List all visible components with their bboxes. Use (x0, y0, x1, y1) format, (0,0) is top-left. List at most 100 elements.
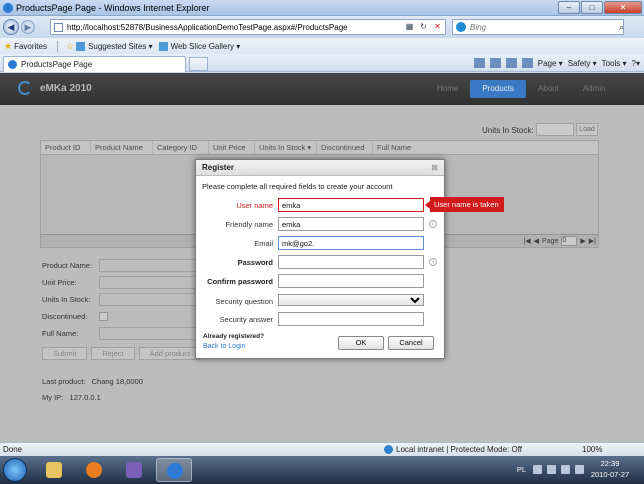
home-icon[interactable] (473, 58, 485, 68)
tab-bar: ProductsPage Page Page ▾ Safety ▾ Tools … (0, 54, 644, 72)
user-name-label: User name (236, 201, 273, 210)
tools-menu[interactable]: Tools ▾ (602, 59, 627, 68)
status-bar: Done Local intranet | Protected Mode: Of… (0, 442, 644, 456)
search-icon[interactable]: ⌕ (619, 22, 624, 33)
page-menu[interactable]: Page ▾ (538, 59, 563, 68)
window-title-bar: ProductsPage Page - Windows Internet Exp… (0, 0, 644, 16)
visual-studio-icon (126, 462, 142, 478)
security-answer-input[interactable] (278, 312, 424, 326)
user-name-field: User name (196, 198, 446, 213)
back-to-login-link[interactable]: Back to Login (203, 343, 245, 350)
dialog-intro: Please complete all required fields to c… (202, 182, 393, 191)
security-zone[interactable]: Local intranet | Protected Mode: Off (384, 445, 522, 454)
tab-label: ProductsPage Page (21, 60, 93, 69)
start-button[interactable] (3, 458, 27, 482)
window-controls: – □ ✕ (558, 1, 642, 14)
search-input[interactable] (470, 22, 600, 32)
ie-icon (167, 463, 183, 479)
security-answer-label: Security answer (219, 315, 273, 324)
email-field: Email (196, 236, 446, 251)
dialog-close-icon[interactable]: ⊠ (431, 160, 438, 176)
register-dialog: Register ⊠ Please complete all required … (195, 159, 445, 359)
dialog-title-bar: Register ⊠ (196, 160, 444, 176)
zoom-level[interactable]: 100% (582, 445, 602, 454)
web-slice-gallery-link[interactable]: Web Slice Gallery ▾ (158, 41, 240, 51)
info-icon[interactable]: i (429, 220, 437, 228)
window-title: ProductsPage Page - Windows Internet Exp… (16, 2, 210, 13)
user-name-error-tooltip: User name is taken (425, 197, 504, 212)
tray-flag-icon[interactable] (547, 465, 556, 474)
suggested-sites-link[interactable]: Suggested Sites ▾ (76, 41, 153, 51)
taskbar-media-player[interactable] (76, 458, 112, 482)
address-url: http://localhost:52878/BusinessApplicati… (67, 22, 348, 32)
tray-up-arrow-icon[interactable] (533, 465, 542, 474)
tray-network-icon[interactable] (561, 465, 570, 474)
email-input[interactable] (278, 236, 424, 250)
zone-text: Local intranet | Protected Mode: Off (396, 445, 522, 454)
security-question-field: Security question (196, 294, 446, 309)
help-menu[interactable]: ?▾ (632, 59, 640, 68)
ie-icon (3, 2, 13, 13)
dialog-title: Register (202, 163, 235, 172)
forward-button[interactable]: ▶ (21, 20, 35, 34)
confirm-password-label: Confirm password (207, 277, 273, 286)
cancel-button[interactable]: Cancel (388, 336, 434, 350)
add-favorite-icon[interactable]: ☆ (66, 41, 74, 52)
windows-taskbar: PL 22:39 2010-07-27 (0, 456, 644, 484)
back-button[interactable]: ◀ (3, 19, 19, 35)
tab-productspage[interactable]: ProductsPage Page (3, 56, 186, 72)
stop-icon[interactable]: ✕ (432, 21, 443, 32)
new-tab-button[interactable] (189, 57, 208, 71)
taskbar-internet-explorer[interactable] (156, 458, 192, 482)
bing-icon (456, 22, 466, 32)
favorites-bar: ★ Favorites ☆ Suggested Sites ▾ Web Slic… (0, 38, 644, 54)
email-label: Email (254, 239, 273, 248)
confirm-password-field: Confirm password (196, 274, 446, 289)
mail-icon[interactable] (505, 58, 517, 68)
address-bar-icons: ▦ ↻ ✕ (404, 21, 443, 32)
password-input[interactable] (278, 255, 424, 269)
friendly-name-input[interactable] (278, 217, 424, 231)
compatibility-view-icon[interactable]: ▦ (404, 21, 415, 32)
media-player-icon (86, 462, 102, 478)
security-question-label: Security question (215, 297, 273, 306)
security-question-select[interactable] (278, 294, 424, 306)
confirm-password-input[interactable] (278, 274, 424, 288)
user-name-input[interactable] (278, 198, 424, 212)
address-bar[interactable]: http://localhost:52878/BusinessApplicati… (50, 19, 446, 35)
ok-button[interactable]: OK (338, 336, 384, 350)
favorites-button[interactable]: Favorites (14, 42, 47, 51)
feeds-icon[interactable] (489, 58, 501, 68)
taskbar-visual-studio[interactable] (116, 458, 152, 482)
clock-time[interactable]: 22:39 (590, 459, 630, 468)
taskbar-explorer[interactable] (36, 458, 72, 482)
safety-menu[interactable]: Safety ▾ (568, 59, 597, 68)
search-box[interactable] (452, 19, 624, 35)
ie-page-icon (8, 60, 17, 69)
password-label: Password (237, 258, 273, 267)
web-slice-icon (158, 41, 168, 51)
print-icon[interactable] (521, 58, 533, 68)
page-icon (54, 22, 63, 32)
minimize-button[interactable]: – (558, 1, 580, 14)
password-field: Password i (196, 255, 446, 270)
intranet-globe-icon (384, 445, 393, 454)
divider (56, 40, 58, 52)
security-answer-field: Security answer (196, 312, 446, 327)
friendly-name-label: Friendly name (225, 220, 273, 229)
close-window-button[interactable]: ✕ (604, 1, 642, 14)
friendly-name-field: Friendly name i (196, 217, 446, 232)
clock-date[interactable]: 2010-07-27 (590, 470, 630, 479)
status-text: Done (3, 445, 23, 454)
command-bar: Page ▾ Safety ▾ Tools ▾ ?▾ (473, 58, 640, 68)
refresh-icon[interactable]: ↻ (418, 21, 429, 32)
language-indicator[interactable]: PL (517, 465, 526, 474)
already-registered-text: Already registered? (203, 333, 265, 340)
favorites-star-icon: ★ (4, 40, 13, 51)
tray-volume-icon[interactable] (575, 465, 584, 474)
navigation-bar: ◀ ▶ http://localhost:52878/BusinessAppli… (0, 16, 644, 38)
folder-icon (46, 462, 62, 478)
maximize-button[interactable]: □ (581, 1, 603, 14)
page-content: eMKa 2010 Home Products About Admin Unit… (0, 73, 644, 442)
info-icon[interactable]: i (429, 258, 437, 266)
